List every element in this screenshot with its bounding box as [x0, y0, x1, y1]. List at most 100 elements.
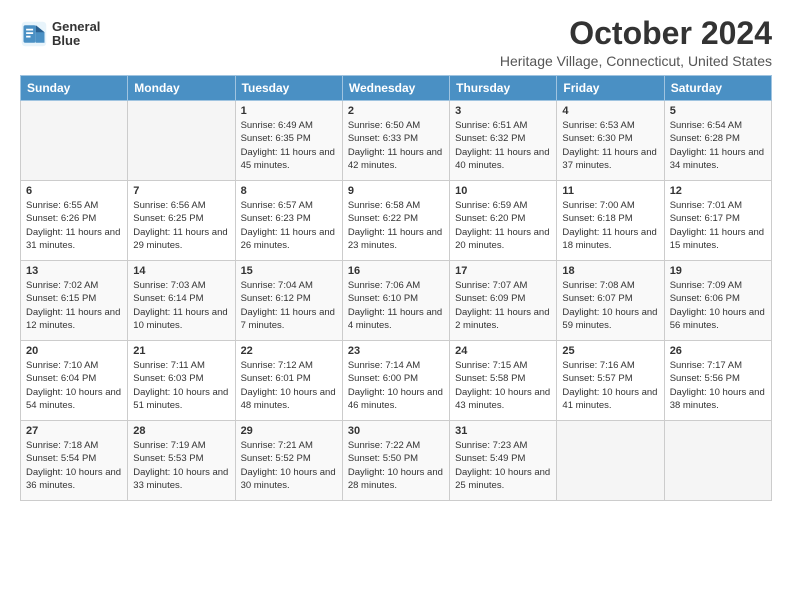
day-number: 16	[348, 265, 444, 277]
cell-info: Sunrise: 7:10 AMSunset: 6:04 PMDaylight:…	[26, 359, 122, 412]
calendar-cell: 21Sunrise: 7:11 AMSunset: 6:03 PMDayligh…	[128, 341, 235, 421]
day-number: 15	[241, 265, 337, 277]
logo: General Blue	[20, 20, 100, 49]
cell-info: Sunrise: 7:14 AMSunset: 6:00 PMDaylight:…	[348, 359, 444, 412]
day-number: 26	[670, 345, 766, 357]
col-monday: Monday	[128, 76, 235, 101]
cell-info: Sunrise: 7:06 AMSunset: 6:10 PMDaylight:…	[348, 279, 444, 332]
cell-info: Sunrise: 6:51 AMSunset: 6:32 PMDaylight:…	[455, 119, 551, 172]
day-number: 10	[455, 185, 551, 197]
calendar-cell: 31Sunrise: 7:23 AMSunset: 5:49 PMDayligh…	[450, 421, 557, 501]
cell-info: Sunrise: 6:54 AMSunset: 6:28 PMDaylight:…	[670, 119, 766, 172]
col-sunday: Sunday	[21, 76, 128, 101]
calendar-week-5: 27 Sunrise: 7:18 AMSunset: 5:54 PMDayligh…	[21, 421, 772, 501]
cell-info: Sunrise: 6:59 AMSunset: 6:20 PMDaylight:…	[455, 199, 551, 252]
calendar-cell: 20Sunrise: 7:10 AMSunset: 6:04 PMDayligh…	[21, 341, 128, 421]
logo-line2: Blue	[52, 34, 100, 48]
day-number: 29	[241, 425, 337, 437]
day-number: 30	[348, 425, 444, 437]
calendar-week-4: 20Sunrise: 7:10 AMSunset: 6:04 PMDayligh…	[21, 341, 772, 421]
cell-info: Sunrise: 6:57 AMSunset: 6:23 PMDaylight:…	[241, 199, 337, 252]
col-thursday: Thursday	[450, 76, 557, 101]
calendar-cell	[664, 421, 771, 501]
location-title: Heritage Village, Connecticut, United St…	[500, 53, 772, 69]
day-number: 12	[670, 185, 766, 197]
cell-info: Sunrise: 7:04 AMSunset: 6:12 PMDaylight:…	[241, 279, 337, 332]
day-number: 9	[348, 185, 444, 197]
cell-info: Sunrise: 7:07 AMSunset: 6:09 PMDaylight:…	[455, 279, 551, 332]
cell-info: Sunrise: 7:23 AMSunset: 5:49 PMDaylight:…	[455, 439, 551, 492]
day-number: 23	[348, 345, 444, 357]
calendar-cell: 25Sunrise: 7:16 AMSunset: 5:57 PMDayligh…	[557, 341, 664, 421]
calendar-cell: 27 Sunrise: 7:18 AMSunset: 5:54 PMDayligh…	[21, 421, 128, 501]
calendar-cell: 17Sunrise: 7:07 AMSunset: 6:09 PMDayligh…	[450, 261, 557, 341]
cell-info: Sunrise: 7:18 AMSunset: 5:54 PMDaylight:…	[26, 439, 122, 492]
cell-info: Sunrise: 6:50 AMSunset: 6:33 PMDaylight:…	[348, 119, 444, 172]
day-number: 27	[26, 425, 122, 437]
col-wednesday: Wednesday	[342, 76, 449, 101]
cell-info: Sunrise: 7:19 AMSunset: 5:53 PMDaylight:…	[133, 439, 229, 492]
cell-info: Sunrise: 7:08 AMSunset: 6:07 PMDaylight:…	[562, 279, 658, 332]
calendar-cell: 28 Sunrise: 7:19 AMSunset: 5:53 PMDayligh…	[128, 421, 235, 501]
cell-info: Sunrise: 6:58 AMSunset: 6:22 PMDaylight:…	[348, 199, 444, 252]
cell-info: Sunrise: 7:21 AMSunset: 5:52 PMDaylight:…	[241, 439, 337, 492]
cell-info: Sunrise: 6:56 AMSunset: 6:25 PMDaylight:…	[133, 199, 229, 252]
calendar-cell: 11 Sunrise: 7:00 AMSunset: 6:18 PMDayligh…	[557, 181, 664, 261]
calendar-cell: 24 Sunrise: 7:15 AMSunset: 5:58 PMDayligh…	[450, 341, 557, 421]
logo-line1: General	[52, 20, 100, 34]
day-number: 14	[133, 265, 229, 277]
day-number: 22	[241, 345, 337, 357]
calendar-cell: 16 Sunrise: 7:06 AMSunset: 6:10 PMDayligh…	[342, 261, 449, 341]
header-row: Sunday Monday Tuesday Wednesday Thursday…	[21, 76, 772, 101]
calendar-cell	[128, 101, 235, 181]
calendar-cell	[557, 421, 664, 501]
day-number: 4	[562, 105, 658, 117]
calendar-week-1: 1 Sunrise: 6:49 AMSunset: 6:35 PMDaylight…	[21, 101, 772, 181]
calendar-week-3: 13Sunrise: 7:02 AMSunset: 6:15 PMDayligh…	[21, 261, 772, 341]
title-block: October 2024 Heritage Village, Connectic…	[500, 16, 772, 69]
logo-text: General Blue	[52, 20, 100, 49]
day-number: 28	[133, 425, 229, 437]
calendar-cell: 4 Sunrise: 6:53 AMSunset: 6:30 PMDaylight…	[557, 101, 664, 181]
day-number: 1	[241, 105, 337, 117]
page: General Blue October 2024 Heritage Villa…	[0, 0, 792, 517]
day-number: 24	[455, 345, 551, 357]
day-number: 5	[670, 105, 766, 117]
col-saturday: Saturday	[664, 76, 771, 101]
day-number: 13	[26, 265, 122, 277]
cell-info: Sunrise: 6:53 AMSunset: 6:30 PMDaylight:…	[562, 119, 658, 172]
cell-info: Sunrise: 6:49 AMSunset: 6:35 PMDaylight:…	[241, 119, 337, 172]
calendar-cell: 22 Sunrise: 7:12 AMSunset: 6:01 PMDayligh…	[235, 341, 342, 421]
day-number: 19	[670, 265, 766, 277]
cell-info: Sunrise: 7:09 AMSunset: 6:06 PMDaylight:…	[670, 279, 766, 332]
calendar-cell	[21, 101, 128, 181]
day-number: 8	[241, 185, 337, 197]
calendar-cell: 30 Sunrise: 7:22 AMSunset: 5:50 PMDayligh…	[342, 421, 449, 501]
day-number: 2	[348, 105, 444, 117]
day-number: 3	[455, 105, 551, 117]
calendar-cell: 14 Sunrise: 7:03 AMSunset: 6:14 PMDayligh…	[128, 261, 235, 341]
day-number: 6	[26, 185, 122, 197]
cell-info: Sunrise: 7:16 AMSunset: 5:57 PMDaylight:…	[562, 359, 658, 412]
month-title: October 2024	[500, 16, 772, 51]
cell-info: Sunrise: 7:03 AMSunset: 6:14 PMDaylight:…	[133, 279, 229, 332]
cell-info: Sunrise: 7:15 AMSunset: 5:58 PMDaylight:…	[455, 359, 551, 412]
cell-info: Sunrise: 7:01 AMSunset: 6:17 PMDaylight:…	[670, 199, 766, 252]
calendar-cell: 23 Sunrise: 7:14 AMSunset: 6:00 PMDayligh…	[342, 341, 449, 421]
calendar-cell: 10 Sunrise: 6:59 AMSunset: 6:20 PMDayligh…	[450, 181, 557, 261]
col-tuesday: Tuesday	[235, 76, 342, 101]
cell-info: Sunrise: 6:55 AMSunset: 6:26 PMDaylight:…	[26, 199, 122, 252]
calendar-cell: 29 Sunrise: 7:21 AMSunset: 5:52 PMDayligh…	[235, 421, 342, 501]
calendar-cell: 6 Sunrise: 6:55 AMSunset: 6:26 PMDaylight…	[21, 181, 128, 261]
cell-info: Sunrise: 7:22 AMSunset: 5:50 PMDaylight:…	[348, 439, 444, 492]
calendar-cell: 2 Sunrise: 6:50 AMSunset: 6:33 PMDaylight…	[342, 101, 449, 181]
cell-info: Sunrise: 7:12 AMSunset: 6:01 PMDaylight:…	[241, 359, 337, 412]
calendar-cell: 3 Sunrise: 6:51 AMSunset: 6:32 PMDaylight…	[450, 101, 557, 181]
cell-info: Sunrise: 7:00 AMSunset: 6:18 PMDaylight:…	[562, 199, 658, 252]
calendar-cell: 19 Sunrise: 7:09 AMSunset: 6:06 PMDayligh…	[664, 261, 771, 341]
cell-info: Sunrise: 7:17 AMSunset: 5:56 PMDaylight:…	[670, 359, 766, 412]
calendar-cell: 1 Sunrise: 6:49 AMSunset: 6:35 PMDaylight…	[235, 101, 342, 181]
calendar-cell: 18Sunrise: 7:08 AMSunset: 6:07 PMDayligh…	[557, 261, 664, 341]
day-number: 11	[562, 185, 658, 197]
cell-info: Sunrise: 7:11 AMSunset: 6:03 PMDaylight:…	[133, 359, 229, 412]
